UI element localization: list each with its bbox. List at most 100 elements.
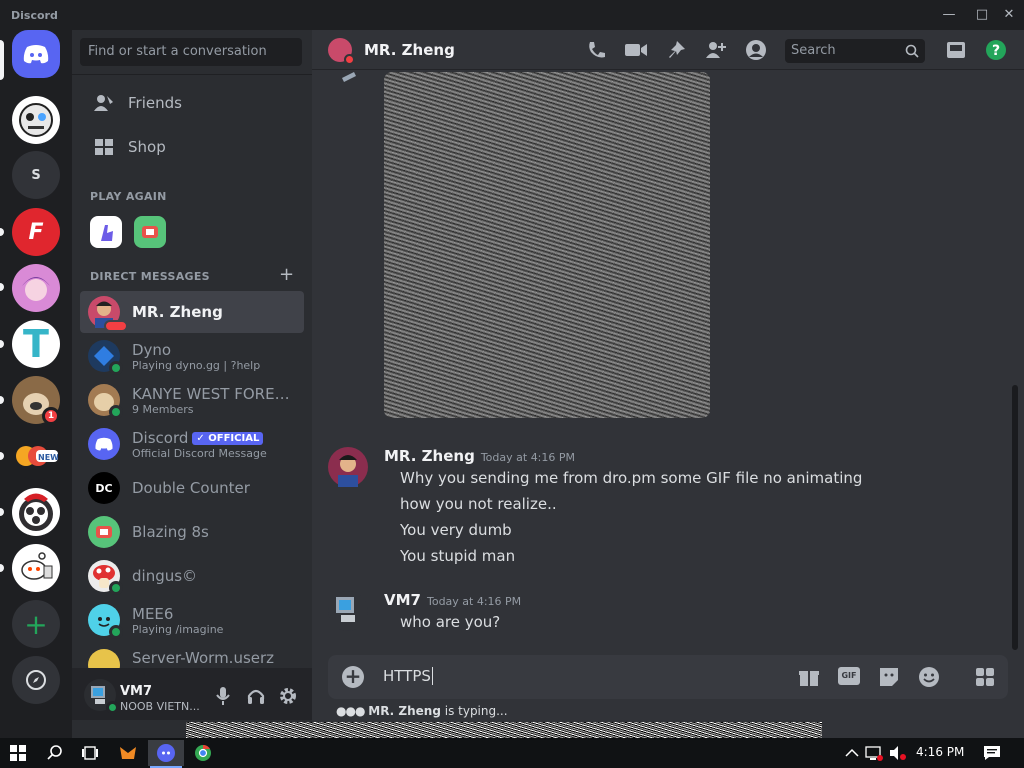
unread-indicator: [0, 508, 4, 516]
home-button[interactable]: [12, 30, 60, 78]
find-conversation-input[interactable]: Find or start a conversation: [80, 38, 302, 66]
server-icon-f[interactable]: F: [12, 208, 60, 256]
volume-muted-icon[interactable]: [886, 742, 910, 764]
clock[interactable]: 4:16 PM: [916, 745, 964, 759]
dm-item-dyno[interactable]: Dyno Playing dyno.gg | ?help: [80, 335, 304, 377]
anime-avatar-icon: [22, 277, 50, 301]
dm-item-dingus[interactable]: dingus©: [80, 555, 304, 597]
unread-indicator: [0, 340, 4, 348]
apps-icon[interactable]: [974, 666, 996, 692]
user-avatar[interactable]: [84, 679, 119, 714]
dm-name: MR. Zheng: [132, 303, 223, 321]
dm-sidebar: Find or start a conversation Friends Sho…: [72, 30, 312, 738]
dm-item-mr-zheng[interactable]: MR. Zheng: [80, 291, 304, 333]
inbox-icon[interactable]: [944, 39, 968, 61]
avatar: [88, 560, 123, 595]
pinned-messages-icon[interactable]: [664, 39, 688, 61]
add-friends-to-dm-icon[interactable]: [704, 39, 728, 61]
show-hidden-icons-chevron-icon[interactable]: [840, 742, 864, 764]
taskbar-discord-icon[interactable]: [148, 740, 184, 766]
play-again-game-1[interactable]: [90, 216, 122, 248]
chat-search-input[interactable]: Search: [785, 39, 925, 63]
online-status-icon: [109, 625, 123, 639]
computer-avatar-icon: [336, 597, 355, 622]
user-profile-icon[interactable]: [744, 39, 768, 61]
explore-servers-button[interactable]: [12, 656, 60, 704]
server-icon-1[interactable]: [12, 96, 60, 144]
play-again-game-2[interactable]: [134, 216, 166, 248]
help-icon[interactable]: ?: [984, 39, 1008, 61]
unread-indicator: [0, 228, 4, 236]
settings-gear-icon[interactable]: [278, 686, 298, 710]
compass-icon: [26, 670, 46, 690]
nav-shop[interactable]: Shop: [80, 127, 304, 167]
message-avatar[interactable]: [328, 591, 368, 631]
message-author[interactable]: VM7 Today at 4:16 PM: [384, 591, 521, 609]
video-call-icon[interactable]: [624, 39, 648, 61]
server-icon-anime[interactable]: [12, 264, 60, 312]
gift-icon[interactable]: [798, 666, 820, 692]
play-again-header: PLAY AGAIN: [90, 190, 167, 203]
shop-icon: [80, 137, 128, 157]
gif-picker-icon[interactable]: GIF: [838, 667, 860, 685]
nav-friends[interactable]: Friends: [80, 83, 304, 123]
voice-call-icon[interactable]: [584, 39, 608, 61]
taskbar-app-icon[interactable]: [116, 742, 140, 764]
home-indicator: [0, 40, 4, 80]
search-placeholder: Search: [791, 43, 836, 58]
chat-scrollbar[interactable]: [1012, 385, 1018, 650]
taskbar-search-icon[interactable]: [43, 742, 67, 764]
add-server-button[interactable]: +: [12, 600, 60, 648]
maximize-button[interactable]: □: [971, 6, 993, 24]
server-icon-s[interactable]: S: [12, 151, 60, 199]
server-icon-newgrounds[interactable]: NEWG: [12, 432, 60, 480]
headphones-icon[interactable]: [246, 686, 266, 710]
online-status-icon: [109, 405, 123, 419]
sticker-icon[interactable]: [878, 666, 900, 692]
server-rail: S F T 1 NEWG +: [0, 30, 72, 738]
dm-item-kanye[interactable]: KANYE WEST FOREV... 9 Members: [80, 379, 304, 421]
user-panel: VM7 NOOB VIETN...: [72, 668, 312, 720]
server-icon-t[interactable]: T: [12, 320, 60, 368]
message-text: Why you sending me from dro.pm some GIF …: [400, 469, 863, 487]
author-name: VM7: [384, 591, 421, 609]
discord-logo-icon: [23, 45, 49, 64]
message-input[interactable]: HTTPS: [383, 667, 433, 685]
message-composer: + HTTPS GIF: [328, 655, 1008, 699]
taskbar-chrome-icon[interactable]: [191, 742, 215, 764]
username: VM7: [120, 684, 153, 699]
message-group-vm7: VM7 Today at 4:16 PM who are you?: [328, 589, 1008, 635]
close-button[interactable]: ✕: [998, 6, 1020, 24]
create-dm-button[interactable]: +: [279, 264, 294, 285]
minimize-button[interactable]: —: [938, 6, 960, 24]
avatar: [88, 340, 123, 375]
windows-start-icon[interactable]: [6, 742, 30, 764]
user-status-text: NOOB VIETN...: [120, 700, 200, 713]
dm-item-blazing-8s[interactable]: Blazing 8s: [80, 511, 304, 553]
typing-suffix: is typing...: [444, 704, 508, 718]
overflow-gif-strip: [186, 722, 822, 738]
dm-subtext: Playing dyno.gg | ?help: [132, 358, 261, 372]
dm-item-double-counter[interactable]: DC Double Counter: [80, 467, 304, 509]
upload-plus-button[interactable]: +: [342, 666, 364, 688]
notifications-icon[interactable]: [980, 742, 1004, 764]
nav-friends-label: Friends: [128, 94, 182, 112]
message-avatar[interactable]: [328, 447, 368, 487]
dm-item-server-worm[interactable]: Server-Worm.userz: [80, 643, 304, 669]
microphone-icon[interactable]: [214, 686, 232, 710]
server-icon-reddit[interactable]: [12, 544, 60, 592]
network-icon[interactable]: [862, 742, 886, 764]
mention-badge: 1: [42, 407, 60, 425]
avatar: DC: [88, 472, 120, 504]
avatar: [88, 516, 120, 548]
direct-messages-header: DIRECT MESSAGES: [90, 270, 210, 283]
server-icon-obs[interactable]: [12, 488, 60, 536]
message-author[interactable]: MR. Zheng Today at 4:16 PM: [384, 447, 575, 465]
official-badge-text: OFFICIAL: [208, 432, 260, 444]
emoji-icon[interactable]: [918, 666, 940, 692]
gif-attachment-image[interactable]: [384, 72, 710, 418]
task-view-icon[interactable]: [78, 742, 102, 764]
dm-item-mee6[interactable]: MEE6 Playing /imagine: [80, 599, 304, 641]
dm-item-discord[interactable]: Discord ✓ OFFICIAL Official Discord Messag…: [80, 423, 304, 465]
message-timestamp: Today at 4:16 PM: [426, 595, 522, 608]
